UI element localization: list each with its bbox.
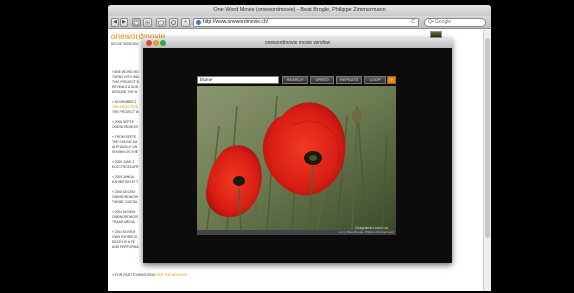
list-icon: [145, 20, 150, 25]
page-scrollbar[interactable]: [483, 30, 491, 291]
settings-button[interactable]: [169, 18, 178, 27]
corner-thumbnail[interactable]: [430, 31, 442, 38]
reload-icon[interactable]: C: [411, 19, 415, 26]
url-text: http://www.onewordmovie.ch/: [203, 19, 269, 25]
window-titlebar: One Word Movie (onewordmovie) - Beat Bro…: [108, 5, 491, 16]
forward-button[interactable]: ▶: [120, 18, 128, 27]
word-input[interactable]: blume: [197, 76, 279, 84]
basket-icon: [157, 20, 165, 26]
browser-toolbar: ◀ ▶ + http://www.onewordmovie.ch/ C Q• G…: [108, 16, 491, 29]
reader-button[interactable]: [143, 18, 152, 27]
shopping-button[interactable]: [156, 18, 166, 27]
poppy-image: [197, 86, 396, 230]
minimize-icon[interactable]: [153, 40, 159, 46]
scroll-thumb[interactable]: [485, 38, 490, 238]
video-credit: ca. by Beat Brogle, Philippe Zimmermann: [338, 230, 394, 234]
footer-text: » FOR PAST EXHIBITIONS: [112, 273, 156, 277]
bookmarks-button[interactable]: [132, 18, 141, 27]
repeats-button[interactable]: REPEATS: [336, 76, 362, 84]
search-field[interactable]: Q• Google: [424, 18, 486, 27]
movie-window-titlebar: onewordmovie movie window: [143, 38, 452, 48]
gear-icon: [171, 20, 176, 25]
add-bookmark-button[interactable]: +: [181, 18, 190, 27]
archive-link[interactable]: SEE THE ARCHIVE: [156, 273, 187, 277]
search-button[interactable]: SEARCH: [282, 76, 308, 84]
maximize-icon[interactable]: [160, 40, 166, 46]
movie-window-title: onewordmovie movie window: [264, 40, 331, 46]
address-bar[interactable]: http://www.onewordmovie.ch/ C: [193, 18, 419, 27]
movie-player: blume SEARCH SPEED REPEATS LOOP » Diagra…: [197, 76, 396, 236]
close-icon[interactable]: [146, 40, 152, 46]
favicon-icon: [196, 20, 201, 25]
window-title: One Word Movie (onewordmovie) - Beat Bro…: [213, 7, 386, 13]
archive-footer: » FOR PAST EXHIBITIONS SEE THE ARCHIVE: [112, 273, 188, 277]
site-subnav[interactable]: MOVIE WINDOW: [111, 42, 139, 46]
speed-button[interactable]: SPEED: [310, 76, 334, 84]
loop-button[interactable]: LOOP: [364, 76, 386, 84]
movie-frame: Diagramm.com.ua: [197, 86, 396, 230]
go-button[interactable]: »: [387, 76, 396, 84]
bookmarks-icon: [133, 19, 140, 26]
back-button[interactable]: ◀: [111, 18, 119, 27]
